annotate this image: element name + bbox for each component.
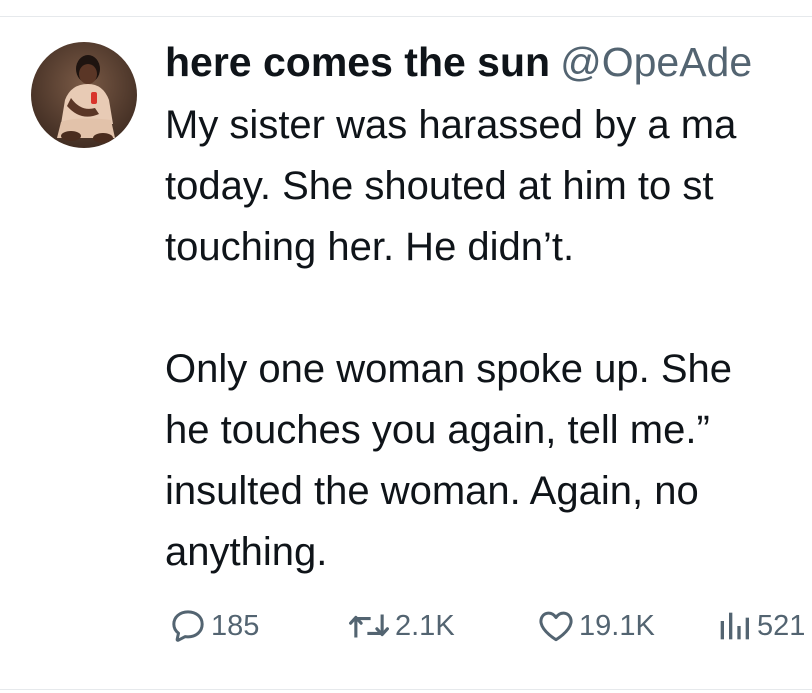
retweet-count: 2.1K (395, 609, 455, 642)
like-count: 19.1K (579, 609, 655, 642)
bar-chart-icon (720, 612, 749, 640)
tweet-header: here comes the sun @OpeAde (165, 36, 752, 88)
tweet-text-line: touching her. He didn’t. (165, 225, 575, 269)
heart-outline-icon (539, 611, 573, 642)
author-handle[interactable]: @OpeAde (560, 39, 752, 85)
views-button[interactable]: 521 (714, 606, 805, 646)
tweet-actions-bar: 185 2.1K 19.1K 521 (168, 606, 812, 646)
avatar[interactable] (31, 42, 137, 148)
tweet-text-line: Only one woman spoke up. She (165, 347, 733, 391)
tweet-text: My sister was harassed by a ma today. Sh… (165, 95, 812, 583)
speech-bubble-icon (172, 610, 204, 642)
tweet-text-line: insulted the woman. Again, no (165, 469, 699, 513)
bottom-divider (0, 689, 812, 690)
retweet-button[interactable]: 2.1K (346, 606, 455, 646)
avatar-photo (31, 42, 137, 148)
tweet-text-line: anything. (165, 530, 328, 574)
like-button[interactable]: 19.1K (536, 606, 655, 646)
tweet-text-line: today. She shouted at him to st (165, 164, 714, 208)
author-display-name[interactable]: here comes the sun (165, 39, 550, 85)
retweet-arrows-icon (349, 614, 389, 638)
top-divider (0, 16, 812, 17)
reply-count: 185 (211, 609, 260, 642)
tweet-card: here comes the sun @OpeAde My sister was … (0, 0, 812, 693)
tweet-text-line: My sister was harassed by a ma (165, 103, 737, 147)
view-count: 521 (757, 609, 806, 642)
tweet-text-line: he touches you again, tell me.” (165, 408, 710, 452)
reply-button[interactable]: 185 (168, 606, 259, 646)
